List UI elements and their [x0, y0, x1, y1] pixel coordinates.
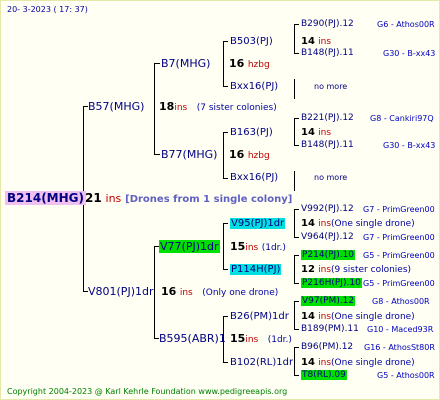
b148b-origin: G30 - B-xx43 — [383, 141, 436, 150]
b189-origin: G10 - Maced93R — [367, 325, 434, 334]
connector — [294, 283, 299, 284]
connector — [223, 223, 228, 224]
b7-insemination: 16 hzbg — [229, 57, 270, 70]
t8-origin: G5 - Athos00R — [377, 371, 435, 380]
b26-queen[interactable]: B26(PM)1dr — [230, 310, 289, 323]
bxx16b-queen[interactable]: Bxx16(PJ) — [230, 171, 278, 184]
p216-queen[interactable]: P216H(PJ).10 — [301, 277, 362, 290]
connector — [294, 255, 295, 283]
connector — [223, 41, 228, 42]
connector — [294, 118, 295, 146]
connector — [294, 118, 299, 119]
b7-queen[interactable]: B7(MHG) — [161, 57, 210, 70]
connector — [223, 41, 224, 86]
b290-origin: G6 - Athos00R — [377, 20, 435, 29]
connector — [294, 24, 295, 54]
p114-insemination: 12 ins(9 sister colonies) — [301, 264, 412, 275]
connector — [294, 301, 295, 329]
b96-queen[interactable]: B96(PM).12 — [301, 341, 353, 354]
b595-queen[interactable]: B595(ABR)1 — [159, 332, 226, 345]
dam-queen[interactable]: V801(PJ)1dr — [88, 285, 153, 298]
connector — [294, 53, 299, 54]
v992-origin: G7 - PrimGreen00 — [363, 205, 435, 214]
b290-queen[interactable]: B290(PJ).12 — [301, 18, 354, 31]
b148a-queen[interactable]: B148(PJ).11 — [301, 47, 354, 60]
v95-insemination: 14 ins(One single drone) — [301, 218, 415, 229]
connector — [223, 86, 228, 87]
p214-queen[interactable]: P214(PJ).10 — [301, 249, 356, 262]
connector — [223, 178, 228, 179]
connector — [294, 347, 299, 348]
connector — [223, 362, 228, 363]
connector — [294, 209, 299, 210]
b595-insemination: 15ins (1dr.) — [230, 332, 292, 345]
bxx16a-no-more: no more — [314, 82, 348, 91]
root-queen[interactable]: B214(MHG) — [5, 191, 86, 205]
connector — [154, 154, 160, 155]
connector — [294, 347, 295, 375]
v964-origin: G7 - PrimGreen00 — [363, 233, 435, 242]
connector — [223, 223, 224, 269]
root-note: [Drones from 1 single colony] — [125, 194, 293, 205]
b102-queen[interactable]: B102(RL)1dr — [230, 356, 293, 369]
connector — [223, 269, 228, 270]
connector — [294, 24, 299, 25]
date-stamp: 20- 3-2023 ( 17: 37) — [7, 5, 88, 14]
b77-insemination: 16 hzbg — [229, 148, 270, 161]
connector — [294, 301, 299, 302]
b148a-origin: G30 - B-xx43 — [383, 49, 436, 58]
root-insemination: 21 ins [Drones from 1 single colony] — [85, 191, 293, 206]
root-queen-name: B214(MHG) — [5, 191, 86, 205]
b189-queen[interactable]: B189(PM).11 — [301, 323, 359, 336]
connector — [223, 316, 228, 317]
connector — [294, 145, 299, 146]
p114-queen[interactable]: P114H(PJ) — [230, 263, 282, 276]
p216-origin: G5 - PrimGreen00 — [363, 279, 435, 288]
connector — [223, 132, 228, 133]
dam-insemination: 16 ins (Only one drone) — [161, 285, 279, 298]
connector — [294, 209, 295, 237]
bxx16b-no-more: no more — [314, 173, 348, 182]
sire-queen[interactable]: B57(MHG) — [88, 100, 144, 113]
v97-origin: G8 - Athos00R — [372, 297, 430, 306]
b163-insemination: 14 ins — [301, 127, 332, 138]
connector — [294, 171, 295, 191]
v97-queen[interactable]: V97(PM).12 — [301, 295, 356, 308]
v77-insemination: 15ins (1dr.) — [230, 240, 286, 253]
b221-origin: G8 - Cankiri97Q — [370, 114, 434, 123]
v992-queen[interactable]: V992(PJ).12 — [301, 203, 354, 216]
b148b-queen[interactable]: B148(PJ).11 — [301, 139, 354, 152]
connector — [154, 63, 160, 64]
b77-queen[interactable]: B77(MHG) — [161, 148, 217, 161]
b503-queen[interactable]: B503(PJ) — [230, 35, 273, 48]
t8-queen[interactable]: T8(RL).09 — [301, 369, 347, 382]
connector — [294, 329, 299, 330]
sire-insemination: 18ins (7 sister colonies) — [159, 100, 277, 113]
bxx16a-queen[interactable]: Bxx16(PJ) — [230, 80, 278, 93]
pedigree-chart: 20- 3-2023 ( 17: 37) Copyright 2004-2023… — [0, 0, 440, 400]
b96-origin: G16 - AthosSt80R — [364, 343, 435, 352]
b221-queen[interactable]: B221(PJ).12 — [301, 112, 354, 125]
v77-queen[interactable]: V77(PJ)1dr — [159, 240, 220, 253]
v95-queen[interactable]: V95(PJ)1dr — [230, 217, 286, 230]
connector — [294, 79, 295, 99]
v964-queen[interactable]: V964(PJ).12 — [301, 231, 354, 244]
connector — [294, 375, 299, 376]
p214-origin: G5 - PrimGreen00 — [363, 251, 435, 260]
b26-insemination: 14 ins(One single drone) — [301, 311, 415, 322]
connector — [223, 132, 224, 178]
b163-queen[interactable]: B163(PJ) — [230, 126, 273, 139]
connector — [154, 63, 155, 154]
connector — [294, 255, 299, 256]
connector — [294, 237, 299, 238]
b102-insemination: 14 ins(One single drone) — [301, 357, 415, 368]
connector — [154, 246, 155, 338]
copyright-footer: Copyright 2004-2023 @ Karl Kehrle Founda… — [7, 387, 288, 396]
